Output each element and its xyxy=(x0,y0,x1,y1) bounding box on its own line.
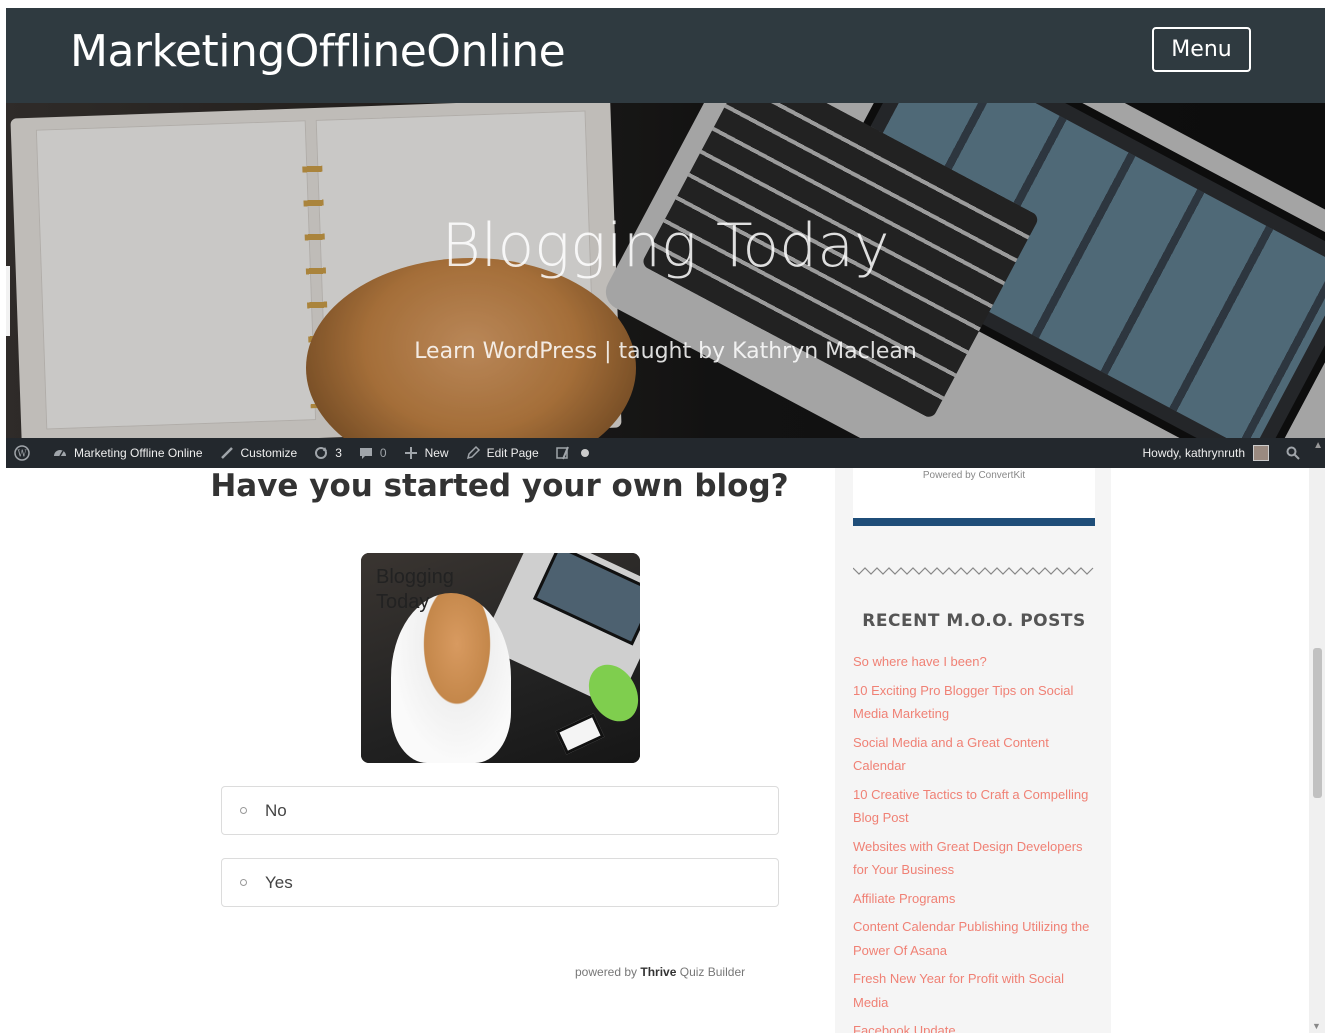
answer-label: Yes xyxy=(265,872,293,892)
dashboard-icon xyxy=(52,445,68,461)
hero-subtitle: Learn WordPress | taught by Kathryn Macl… xyxy=(414,339,917,364)
admin-bar-edit-page[interactable]: Edit Page xyxy=(457,438,547,468)
howdy-label: Howdy, kathrynruth xyxy=(1142,446,1246,460)
recent-posts-list: So where have I been? 10 Exciting Pro Bl… xyxy=(853,650,1098,1033)
comment-icon xyxy=(358,445,374,461)
admin-bar-search[interactable] xyxy=(1277,438,1309,468)
recent-post-link[interactable]: 10 Exciting Pro Blogger Tips on Social M… xyxy=(853,679,1098,726)
wp-admin-bar: W Marketing Offline Online Customize 3 0… xyxy=(6,438,1325,468)
comments-count: 0 xyxy=(379,446,387,460)
quiz-image-caption: Blogging Today xyxy=(376,566,454,613)
recent-post-link[interactable]: Content Calendar Publishing Utilizing th… xyxy=(853,915,1098,962)
svg-text:W: W xyxy=(17,450,27,460)
new-label: New xyxy=(424,446,449,460)
menu-button[interactable]: Menu xyxy=(1152,27,1251,72)
recent-post-link[interactable]: Fresh New Year for Profit with Social Me… xyxy=(853,967,1098,1014)
pencil-icon xyxy=(465,445,481,461)
plus-icon xyxy=(403,445,419,461)
site-header: MarketingOfflineOnline Menu xyxy=(6,8,1325,103)
site-name-label: Marketing Offline Online xyxy=(74,446,203,460)
hero-title: Blogging Today xyxy=(441,211,890,281)
zigzag-divider xyxy=(853,567,1094,575)
edit-page-label: Edit Page xyxy=(486,446,539,460)
recent-post-link[interactable]: Websites with Great Design Developers fo… xyxy=(853,835,1098,882)
answer-option-yes[interactable]: Yes xyxy=(221,858,779,907)
customize-label: Customize xyxy=(240,446,298,460)
admin-bar-updates[interactable]: 3 xyxy=(305,438,350,468)
radio-circle-icon xyxy=(240,807,247,814)
woman-image xyxy=(391,593,511,763)
answer-label: No xyxy=(265,800,287,820)
updates-icon xyxy=(313,445,329,461)
recent-post-link[interactable]: Facebook Update xyxy=(853,1019,1098,1033)
convertkit-powered-link[interactable]: Powered by ConvertKit xyxy=(853,470,1095,481)
admin-bar-customize[interactable]: Customize xyxy=(211,438,306,468)
wordpress-logo-button[interactable]: W xyxy=(6,438,44,468)
admin-bar-yoast[interactable] xyxy=(547,438,607,468)
quiz-image: Blogging Today xyxy=(361,553,640,763)
recent-post-link[interactable]: Social Media and a Great Content Calenda… xyxy=(853,731,1098,778)
scroll-down-arrow-icon[interactable]: ▼ xyxy=(1312,1021,1321,1031)
recent-posts-title: RECENT M.O.O. POSTS xyxy=(862,611,1086,631)
convertkit-form: Powered by ConvertKit xyxy=(853,468,1095,526)
avatar xyxy=(1253,445,1269,461)
radio-circle-icon xyxy=(240,879,247,886)
hero-banner: Blogging Today Learn WordPress | taught … xyxy=(6,103,1325,438)
scroll-up-arrow-icon[interactable]: ▲ xyxy=(1313,440,1323,451)
admin-bar-site-name[interactable]: Marketing Offline Online xyxy=(44,438,211,468)
updates-count: 3 xyxy=(335,446,342,460)
page-scrollbar[interactable]: ▼ xyxy=(1309,468,1325,1033)
status-dot-icon xyxy=(577,445,593,461)
site-title[interactable]: MarketingOfflineOnline xyxy=(70,26,566,77)
recent-post-link[interactable]: 10 Creative Tactics to Craft a Compellin… xyxy=(853,783,1098,830)
recent-post-link[interactable]: So where have I been? xyxy=(853,650,1098,674)
brush-icon xyxy=(219,445,235,461)
admin-bar-new[interactable]: New xyxy=(395,438,457,468)
admin-bar-account[interactable]: Howdy, kathrynruth xyxy=(1135,438,1278,468)
yoast-icon xyxy=(555,445,571,461)
powered-by-thrive[interactable]: powered by Thrive Quiz Builder xyxy=(575,965,745,979)
search-icon xyxy=(1285,445,1301,461)
main-content: Have you started your own blog? Blogging… xyxy=(6,468,1325,1033)
admin-bar-comments[interactable]: 0 xyxy=(350,438,395,468)
sidebar: Powered by ConvertKit RECENT M.O.O. POST… xyxy=(835,468,1111,1033)
scrollbar-thumb[interactable] xyxy=(1313,648,1322,798)
wordpress-icon: W xyxy=(14,445,30,461)
answer-option-no[interactable]: No xyxy=(221,786,779,835)
recent-post-link[interactable]: Affiliate Programs xyxy=(853,887,1098,911)
browser-viewport: MarketingOfflineOnline Menu Blogging Tod… xyxy=(6,8,1325,1033)
